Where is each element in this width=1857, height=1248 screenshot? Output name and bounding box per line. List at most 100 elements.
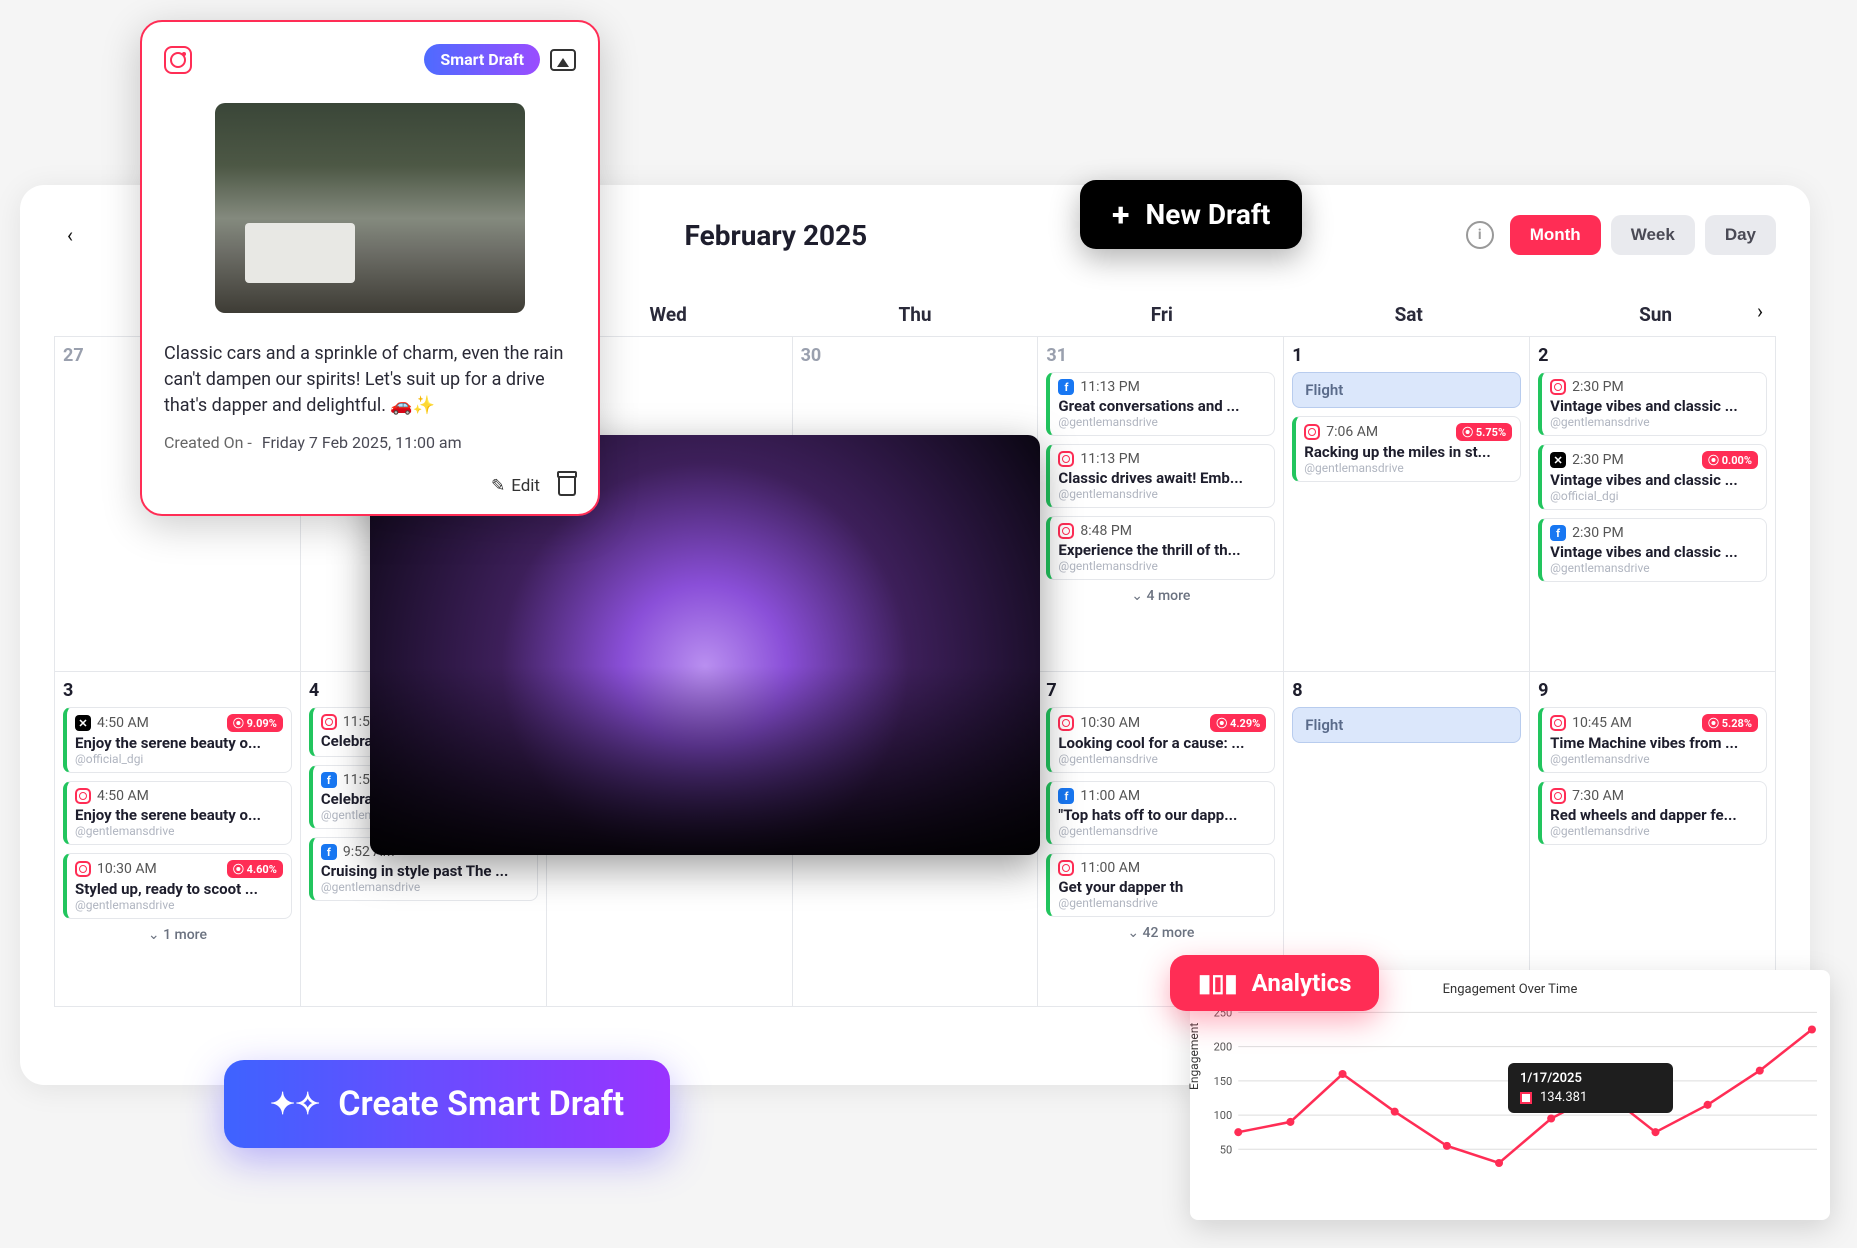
event-title: Time Machine vibes from ... bbox=[1550, 734, 1758, 752]
flight-event[interactable]: Flight bbox=[1292, 372, 1521, 408]
facebook-icon: f bbox=[1550, 525, 1566, 541]
analytics-button[interactable]: ▮▯▮ Analytics bbox=[1170, 955, 1379, 1011]
event-time: 8:48 PM bbox=[1080, 523, 1132, 539]
instagram-icon bbox=[1058, 860, 1074, 876]
view-week-button[interactable]: Week bbox=[1611, 215, 1695, 255]
event-time: 2:30 PM bbox=[1572, 379, 1624, 395]
calendar-event[interactable]: 2:30 PMVintage vibes and classic ...@gen… bbox=[1538, 372, 1767, 436]
more-events-link[interactable]: ⌄ 42 more bbox=[1046, 925, 1275, 941]
chart-icon: ▮▯▮ bbox=[1198, 969, 1238, 997]
event-time: 2:30 PM bbox=[1572, 525, 1624, 541]
event-handle: @gentlemansdrive bbox=[75, 824, 283, 838]
day-number: 3 bbox=[63, 680, 292, 701]
event-handle: @official_dgi bbox=[1550, 489, 1758, 503]
new-draft-label: New Draft bbox=[1145, 198, 1270, 231]
calendar-event[interactable]: ✕2:30 PM⦿ 0.00%Vintage vibes and classic… bbox=[1538, 444, 1767, 510]
edit-button[interactable]: ✎ Edit bbox=[491, 476, 540, 496]
more-events-link[interactable]: ⌄ 1 more bbox=[63, 927, 292, 943]
event-time: 2:30 PM bbox=[1572, 452, 1624, 468]
event-handle: @gentlemansdrive bbox=[1058, 559, 1266, 573]
event-time: 11:13 PM bbox=[1080, 379, 1139, 395]
engagement-badge: ⦿ 9.09% bbox=[227, 714, 283, 732]
facebook-icon: f bbox=[1058, 788, 1074, 804]
day-cell[interactable]: 31 f11:13 PMGreat conversations and ...@… bbox=[1038, 337, 1284, 672]
engagement-badge: ⦿ 4.29% bbox=[1210, 714, 1266, 732]
new-draft-button[interactable]: + New Draft bbox=[1080, 180, 1302, 249]
event-title: Get your dapper th bbox=[1058, 878, 1266, 896]
event-title: Looking cool for a cause: ... bbox=[1058, 734, 1266, 752]
next-month-button[interactable]: › bbox=[1744, 295, 1776, 327]
smart-draft-badge: Smart Draft bbox=[424, 44, 540, 75]
calendar-event[interactable]: 4:50 AMEnjoy the serene beauty o...@gent… bbox=[63, 781, 292, 845]
flight-event[interactable]: Flight bbox=[1292, 707, 1521, 743]
view-day-button[interactable]: Day bbox=[1705, 215, 1776, 255]
event-title: Vintage vibes and classic ... bbox=[1550, 471, 1758, 489]
edit-label: Edit bbox=[511, 476, 540, 496]
day-number: 9 bbox=[1538, 680, 1767, 701]
day-cell[interactable]: 1 Flight7:06 AM⦿ 5.75%Racking up the mil… bbox=[1284, 337, 1530, 672]
event-title: "Top hats off to our dapp... bbox=[1058, 806, 1266, 824]
day-number: 8 bbox=[1292, 680, 1521, 701]
day-cell[interactable]: 2 2:30 PMVintage vibes and classic ...@g… bbox=[1530, 337, 1776, 672]
engagement-badge: ⦿ 0.00% bbox=[1702, 451, 1758, 469]
event-title: Great conversations and ... bbox=[1058, 397, 1266, 415]
event-title: Styled up, ready to scoot ... bbox=[75, 880, 283, 898]
event-handle: @gentlemansdrive bbox=[75, 898, 283, 912]
event-handle: @gentlemansdrive bbox=[1304, 461, 1512, 475]
image-icon[interactable] bbox=[550, 49, 576, 71]
analytics-label: Analytics bbox=[1252, 969, 1352, 997]
tooltip-value: 134.381 bbox=[1540, 1090, 1587, 1105]
event-title: Red wheels and dapper fe... bbox=[1550, 806, 1758, 824]
instagram-icon bbox=[75, 861, 91, 877]
more-events-link[interactable]: ⌄ 4 more bbox=[1046, 588, 1275, 604]
event-handle: @gentlemansdrive bbox=[1550, 415, 1758, 429]
tooltip-swatch bbox=[1520, 1092, 1532, 1104]
tooltip-date: 1/17/2025 bbox=[1520, 1071, 1661, 1086]
facebook-icon: f bbox=[1058, 379, 1074, 395]
event-time: 4:50 AM bbox=[97, 788, 149, 804]
weekday: Thu bbox=[795, 303, 1036, 326]
facebook-icon: f bbox=[321, 844, 337, 860]
instagram-icon bbox=[1058, 523, 1074, 539]
create-smart-draft-button[interactable]: ✦✧ Create Smart Draft bbox=[224, 1060, 670, 1148]
draft-text: Classic cars and a sprinkle of charm, ev… bbox=[164, 341, 576, 419]
calendar-title: February 2025 bbox=[685, 219, 868, 252]
calendar-event[interactable]: 10:30 AM ⦿ 4.29% Looking cool for a cause:… bbox=[1046, 707, 1275, 773]
calendar-event[interactable]: 11:00 AMGet your dapper th@gentlemansdri… bbox=[1046, 853, 1275, 917]
info-icon[interactable]: i bbox=[1466, 221, 1494, 249]
calendar-event[interactable]: ✕4:50 AM⦿ 9.09%Enjoy the serene beauty o… bbox=[63, 707, 292, 773]
event-time: 7:30 AM bbox=[1572, 788, 1624, 804]
engagement-badge: ⦿ 5.75% bbox=[1456, 423, 1512, 441]
day-number: 31 bbox=[1046, 345, 1275, 366]
event-handle: @gentlemansdrive bbox=[1550, 752, 1758, 766]
day-cell[interactable]: 3 ✕4:50 AM⦿ 9.09%Enjoy the serene beauty… bbox=[55, 672, 301, 1007]
calendar-event[interactable]: 10:45 AM⦿ 5.28%Time Machine vibes from .… bbox=[1538, 707, 1767, 773]
calendar-event[interactable]: 10:30 AM⦿ 4.60%Styled up, ready to scoot… bbox=[63, 853, 292, 919]
calendar-event[interactable]: 7:06 AM⦿ 5.75%Racking up the miles in st… bbox=[1292, 416, 1521, 482]
calendar-event[interactable]: f11:00 AM"Top hats off to our dapp...@ge… bbox=[1046, 781, 1275, 845]
calendar-event[interactable]: 7:30 AM Red wheels and dapper fe...@gentl… bbox=[1538, 781, 1767, 845]
svg-text:200: 200 bbox=[1214, 1041, 1233, 1054]
calendar-event[interactable]: 11:13 PMClassic drives await! Emb...@gen… bbox=[1046, 444, 1275, 508]
svg-text:50: 50 bbox=[1220, 1143, 1232, 1156]
event-handle: @gentlemansdrive bbox=[1550, 824, 1758, 838]
calendar-event[interactable]: f2:30 PMVintage vibes and classic ...@ge… bbox=[1538, 518, 1767, 582]
engagement-badge: ⦿ 4.60% bbox=[227, 860, 283, 878]
prev-month-button[interactable]: ‹ bbox=[54, 219, 86, 251]
svg-text:150: 150 bbox=[1214, 1075, 1233, 1088]
calendar-event[interactable]: 8:48 PMExperience the thrill of th...@ge… bbox=[1046, 516, 1275, 580]
event-handle: @gentlemansdrive bbox=[1058, 415, 1266, 429]
event-time: 10:30 AM bbox=[1080, 715, 1140, 731]
plus-icon: + bbox=[1112, 199, 1129, 231]
draft-meta: Created On - Friday 7 Feb 2025, 11:00 am bbox=[164, 433, 576, 452]
create-smart-draft-label: Create Smart Draft bbox=[338, 1084, 624, 1124]
event-handle: @gentlemansdrive bbox=[1058, 752, 1266, 766]
delete-button[interactable] bbox=[558, 476, 576, 496]
instagram-icon bbox=[1550, 715, 1566, 731]
draft-image bbox=[215, 103, 525, 313]
day-cell[interactable]: 9 10:45 AM⦿ 5.28%Time Machine vibes from… bbox=[1530, 672, 1776, 1007]
created-label: Created On - bbox=[164, 433, 252, 452]
calendar-event[interactable]: f 11:13 PM Great conversations and ...@gen… bbox=[1046, 372, 1275, 436]
event-time: 11:00 AM bbox=[1080, 860, 1140, 876]
view-month-button[interactable]: Month bbox=[1510, 215, 1601, 255]
